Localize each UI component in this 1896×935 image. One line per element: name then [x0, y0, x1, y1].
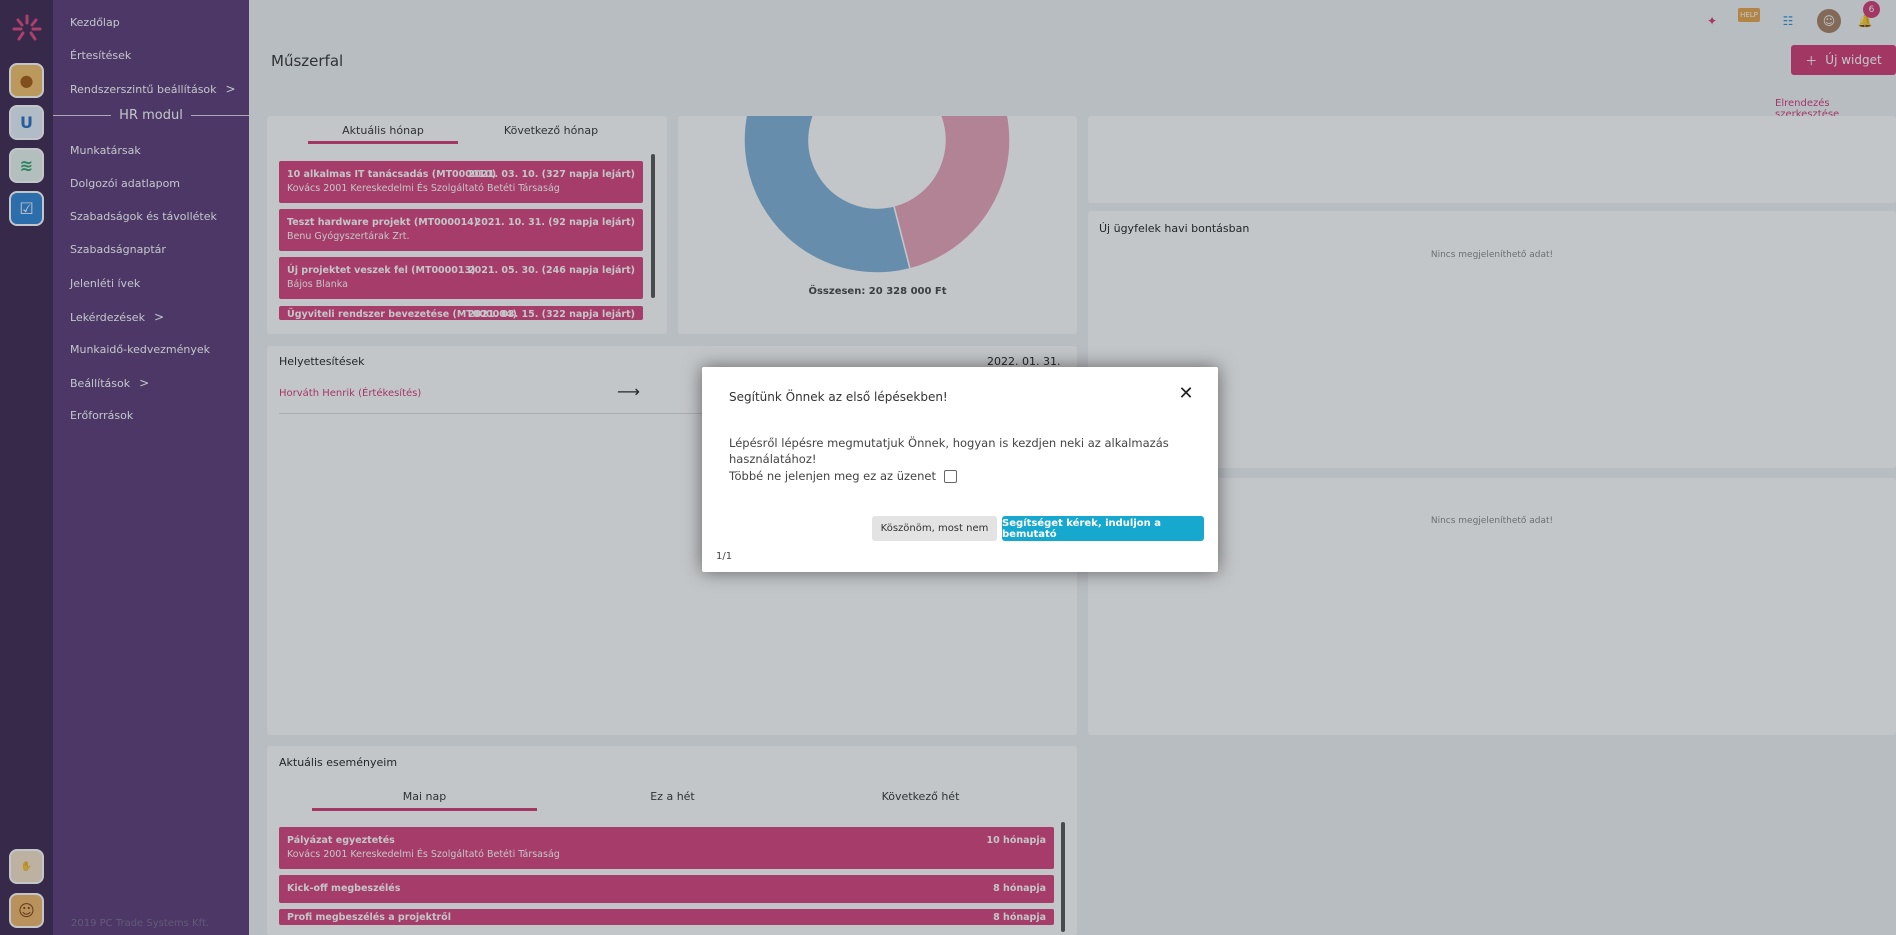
decline-button[interactable]: Köszönöm, most nem: [872, 516, 997, 541]
dont-show-again-checkbox[interactable]: [943, 469, 957, 483]
dont-show-again-row: Többé ne jelenjen meg ez az üzenet: [729, 469, 957, 483]
close-icon[interactable]: ✕: [1176, 384, 1196, 404]
modal-body: Lépésről lépésre megmutatjuk Önnek, hogy…: [729, 436, 1169, 466]
modal-title: Segítünk Önnek az első lépésekben!: [729, 390, 948, 404]
onboarding-modal: Segítünk Önnek az első lépésekben! ✕ Lép…: [702, 367, 1218, 572]
dont-show-again-label: Többé ne jelenjen meg ez az üzenet: [729, 469, 936, 483]
modal-pager: 1/1: [716, 551, 733, 562]
start-tour-button[interactable]: Segítséget kérek, induljon a bemutató: [1002, 516, 1204, 541]
